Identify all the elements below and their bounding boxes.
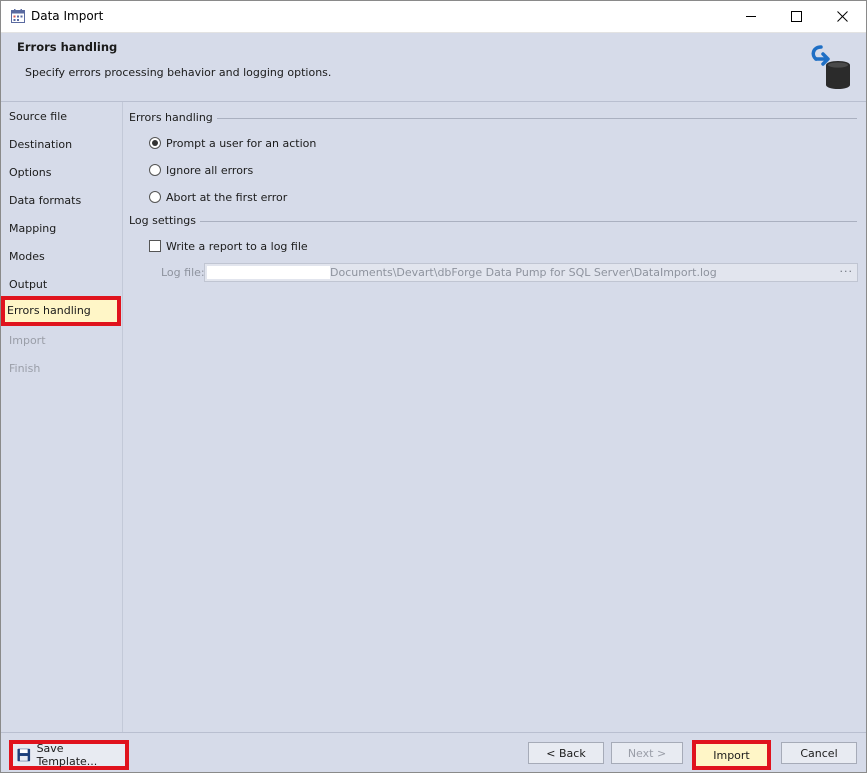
- sidebar-item-data-formats[interactable]: Data formats: [3, 188, 119, 214]
- prompt-user-option[interactable]: Prompt a user for an action: [149, 134, 316, 152]
- prompt-user-radio[interactable]: [149, 137, 161, 149]
- sidebar-item-options[interactable]: Options: [3, 160, 119, 186]
- log-settings-group-divider: [193, 221, 857, 222]
- wizard-header: Errors handling Specify errors processin…: [1, 33, 866, 102]
- save-template-button[interactable]: Save Template...: [9, 740, 129, 770]
- sidebar-item-mapping[interactable]: Mapping: [3, 216, 119, 242]
- cancel-button[interactable]: Cancel: [781, 742, 857, 764]
- close-button[interactable]: [819, 1, 865, 32]
- back-button[interactable]: < Back: [528, 742, 604, 764]
- wizard-footer: Save Template... < Back Next > Import Ca…: [1, 732, 866, 772]
- log-settings-group-label: Log settings: [129, 214, 201, 227]
- log-file-label: Log file:: [161, 266, 205, 279]
- import-button[interactable]: Import: [692, 740, 771, 770]
- page-title: Errors handling: [17, 40, 118, 54]
- maximize-button[interactable]: [773, 1, 819, 32]
- log-file-input[interactable]: Documents\Devart\dbForge Data Pump for S…: [204, 263, 858, 282]
- sidebar-item-modes[interactable]: Modes: [3, 244, 119, 270]
- sidebar-item-import: Import: [9, 334, 46, 347]
- calendar-grid-icon: [11, 9, 25, 23]
- maximize-icon: [790, 11, 802, 22]
- minimize-icon: [745, 16, 756, 17]
- minimize-button[interactable]: [728, 1, 774, 32]
- prompt-user-label: Prompt a user for an action: [166, 136, 317, 150]
- redacted-path-segment: [207, 266, 330, 279]
- ignore-errors-option[interactable]: Ignore all errors: [149, 161, 253, 179]
- ignore-errors-radio[interactable]: [149, 164, 161, 176]
- page-description: Specify errors processing behavior and l…: [25, 66, 332, 79]
- errors-handling-group-label: Errors handling: [129, 111, 217, 124]
- abort-first-error-label: Abort at the first error: [166, 190, 288, 204]
- data-import-window: Data Import Errors handling Specify erro…: [0, 0, 867, 773]
- database-import-icon: [811, 45, 850, 89]
- errors-handling-page: Errors handling Prompt a user for an act…: [123, 102, 866, 732]
- log-file-path: Documents\Devart\dbForge Data Pump for S…: [330, 266, 717, 279]
- errors-handling-group-divider: [205, 118, 857, 119]
- title-bar: Data Import: [1, 1, 866, 33]
- sidebar-item-destination[interactable]: Destination: [3, 132, 119, 158]
- abort-first-error-option[interactable]: Abort at the first error: [149, 188, 287, 206]
- floppy-disk-icon: [17, 748, 31, 762]
- write-report-label: Write a report to a log file: [166, 239, 308, 253]
- ignore-errors-label: Ignore all errors: [166, 163, 254, 177]
- sidebar-item-errors-handling[interactable]: Errors handling: [1, 296, 121, 326]
- write-report-checkbox[interactable]: [149, 240, 161, 252]
- write-report-option[interactable]: Write a report to a log file: [149, 237, 308, 255]
- save-template-label: Save Template...: [36, 742, 98, 768]
- window-title: Data Import: [31, 9, 104, 23]
- sidebar-item-source-file[interactable]: Source file: [3, 104, 119, 130]
- sidebar-item-finish: Finish: [9, 362, 41, 375]
- browse-ellipsis-button[interactable]: ···: [840, 265, 854, 278]
- wizard-steps-sidebar: Source file Destination Options Data for…: [1, 102, 123, 732]
- close-icon: [836, 11, 848, 22]
- next-button: Next >: [611, 742, 683, 764]
- abort-first-error-radio[interactable]: [149, 191, 161, 203]
- sidebar-item-output[interactable]: Output: [3, 272, 119, 298]
